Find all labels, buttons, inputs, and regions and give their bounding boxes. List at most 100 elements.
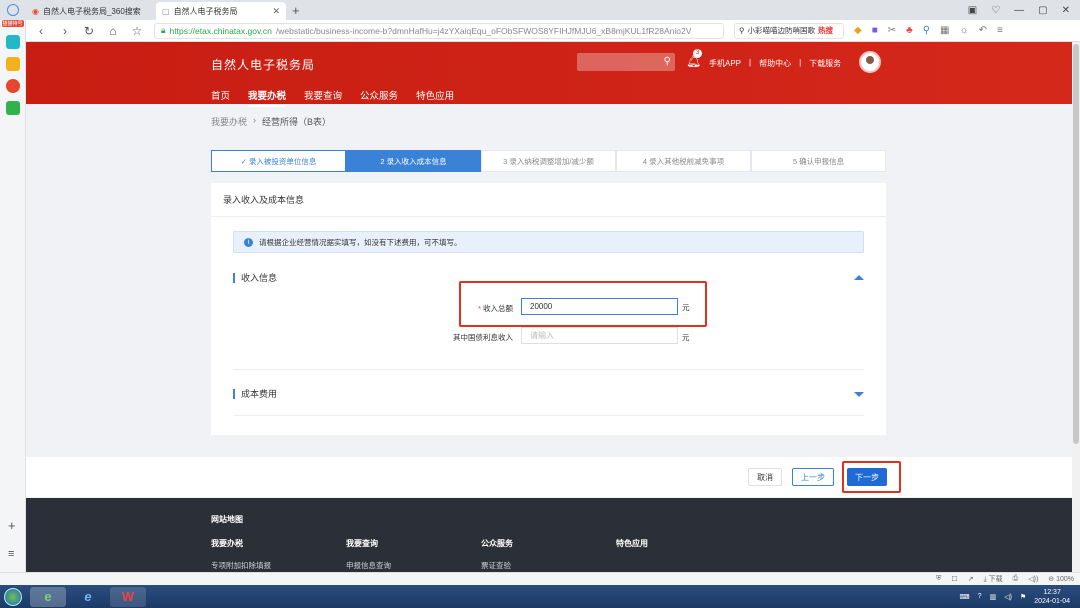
address-bar[interactable]: 🔒︎ https://etax.chinatax.gov.cn/webstati…	[154, 22, 724, 39]
menu-home[interactable]: 首页	[211, 88, 230, 107]
search-tab-icon: ◉	[32, 6, 39, 16]
game-icon[interactable]: ♣	[906, 25, 913, 36]
volume-icon[interactable]: ◁)	[1004, 593, 1012, 601]
scrollbar-thumb[interactable]	[1073, 44, 1079, 444]
accelerate-icon[interactable]: ↗	[968, 575, 974, 583]
menu-icon[interactable]: ≡	[997, 25, 1003, 36]
site-search-input[interactable]: ⚲	[577, 53, 675, 71]
avatar[interactable]	[859, 51, 881, 73]
footer-col-query[interactable]: 我要查询	[346, 538, 378, 549]
maximize-icon[interactable]: ▢	[1038, 5, 1047, 16]
collapse-up-icon[interactable]	[854, 275, 864, 280]
shield-status-icon[interactable]: ⛨	[936, 575, 941, 583]
close-window-icon[interactable]: ✕	[1062, 5, 1070, 16]
flag-icon[interactable]: ⚑	[1020, 593, 1026, 601]
extension-icon[interactable]: ■	[872, 25, 878, 36]
browser-e-logo-icon[interactable]	[0, 6, 25, 20]
sound-icon[interactable]: ◁))	[1028, 575, 1038, 583]
cancel-button[interactable]: 取消	[748, 468, 782, 486]
cost-section-header[interactable]: 成本费用	[233, 387, 277, 400]
step-1[interactable]: ✓ 录入被投资单位信息	[211, 150, 346, 172]
taskbar-ie-icon[interactable]: e	[70, 587, 106, 607]
home-icon[interactable]: ⌂	[106, 24, 120, 38]
undo-icon[interactable]: ↶	[979, 25, 987, 36]
panel-title: 录入收入及成本信息	[211, 183, 886, 217]
site-header: 自然人电子税务局 ⚲ 🔔︎ 3 手机APP | 帮助中心 | 下载服务 首页 我要办税…	[26, 42, 1072, 107]
minimize-icon[interactable]: —	[1014, 5, 1024, 16]
section-divider	[233, 415, 864, 416]
bond-interest-input[interactable]: 请输入	[521, 327, 678, 344]
print-icon[interactable]: ⎙	[1013, 575, 1019, 583]
hot-search-label: 热搜	[818, 26, 833, 35]
income-cost-panel: 录入收入及成本信息 i 请根据企业经营情况据实填写，如没有下述费用，可不填写。 …	[211, 183, 886, 435]
link-help-center[interactable]: 帮助中心	[759, 58, 791, 69]
brightness-icon[interactable]: ☼	[959, 25, 968, 36]
browser-tab-search[interactable]: ◉ 自然人电子税务局_360搜索	[26, 2, 156, 20]
help-icon[interactable]: ?	[978, 593, 982, 600]
star-app-icon[interactable]	[5, 57, 20, 71]
os-taskbar: e e W ⌨ ? ▥ ◁) ⚑ 12:37 2024-01-04	[0, 585, 1080, 608]
search-text: 小彩喵喵边防哨国歌	[747, 26, 816, 35]
footer-link[interactable]: 申报信息查询	[346, 560, 391, 571]
footer-col-service[interactable]: 公众服务	[481, 538, 513, 549]
menu-public-service[interactable]: 公众服务	[360, 88, 398, 107]
info-icon: i	[244, 237, 253, 247]
grid-icon[interactable]: ▦	[940, 25, 949, 36]
download-icon[interactable]: ⤓ 下载	[984, 574, 1003, 584]
footer-col-special[interactable]: 特色应用	[616, 538, 648, 549]
feedback-icon[interactable]: ☐	[951, 575, 957, 583]
scissors-icon[interactable]: ✂	[888, 25, 896, 36]
new-tab-icon[interactable]: +	[292, 3, 300, 18]
link-mobile-app[interactable]: 手机APP	[709, 58, 741, 69]
keyboard-icon[interactable]: ⌨	[960, 593, 970, 601]
reload-icon[interactable]: ↻	[82, 24, 96, 38]
close-tab-icon[interactable]: ✕	[272, 6, 280, 17]
browser-navbar: ‹ › ↻ ⌂ ☆ 🔒︎ https://etax.chinatax.gov.c…	[26, 20, 1080, 42]
search-icon[interactable]: ⚲	[664, 56, 671, 67]
expand-down-icon[interactable]	[854, 392, 864, 397]
bond-interest-label: 其中国债利息收入	[453, 333, 513, 342]
shield-icon[interactable]: ◆	[854, 25, 862, 36]
find-icon[interactable]: ⚲	[923, 25, 930, 36]
bookmark-star-icon[interactable]: ☆	[130, 24, 144, 38]
network-icon[interactable]: ▥	[990, 593, 997, 601]
taskbar-360-browser-icon[interactable]: e	[30, 586, 66, 607]
restore-icon[interactable]: ▣	[968, 5, 977, 16]
skin-icon[interactable]: ♡	[991, 5, 1000, 16]
forward-icon[interactable]: ›	[58, 24, 72, 38]
window-controls: ▣ ♡ — ▢ ✕	[968, 5, 1080, 16]
footer-link[interactable]: 专项附加扣除填报	[211, 560, 271, 571]
page-scrollbar[interactable]	[1072, 42, 1080, 578]
hexagon-app-icon[interactable]	[5, 35, 20, 49]
clock-time: 12:37	[1043, 588, 1061, 596]
back-icon[interactable]: ‹	[34, 24, 48, 38]
add-sidebar-icon[interactable]: +	[8, 518, 16, 533]
weibo-icon[interactable]	[5, 79, 20, 93]
step-5: 5 确认申报信息	[751, 150, 886, 172]
link-download[interactable]: 下载服务	[809, 58, 841, 69]
prev-step-button[interactable]: 上一步	[792, 468, 834, 486]
browser-tab-strip: ◉ 自然人电子税务局_360搜索 ▢ 自然人电子税务局 ✕ + ▣ ♡ — ▢ …	[0, 0, 1080, 20]
zoom-level[interactable]: ⊖ 100%	[1048, 575, 1074, 583]
breadcrumb-item[interactable]: 我要办税	[211, 115, 247, 128]
unit-label: 元	[682, 333, 690, 342]
taskbar-wps-icon[interactable]: W	[110, 586, 146, 607]
income-section-header[interactable]: 收入信息	[233, 271, 277, 284]
section-accent	[233, 272, 235, 283]
browser-statusbar: ⛨ ☐ ↗ ⤓ 下载 ⎙ ◁)) ⊖ 100%	[0, 572, 1080, 585]
folder-icon[interactable]	[5, 101, 20, 115]
site-title[interactable]: 自然人电子税务局	[211, 56, 315, 73]
menu-tax-filing[interactable]: 我要办税	[248, 88, 287, 107]
sidebar-menu-icon[interactable]: ≡	[8, 548, 14, 560]
footer-link[interactable]: 票证查验	[481, 560, 511, 571]
search-icon: ⚲	[739, 26, 745, 35]
menu-query[interactable]: 我要查询	[304, 88, 342, 107]
footer-col-tax[interactable]: 我要办税	[211, 538, 243, 549]
browser-search-box[interactable]: ⚲ 小彩喵喵边防哨国歌 热搜	[734, 22, 844, 39]
menu-special-apps[interactable]: 特色应用	[416, 88, 454, 107]
clock[interactable]: 12:37 2024-01-04	[1034, 588, 1070, 606]
start-button[interactable]	[0, 585, 26, 608]
notification-bell-icon[interactable]: 🔔︎ 3	[686, 49, 702, 68]
lock-icon: 🔒︎	[161, 25, 166, 35]
browser-tab-etax[interactable]: ▢ 自然人电子税务局 ✕	[156, 2, 286, 20]
